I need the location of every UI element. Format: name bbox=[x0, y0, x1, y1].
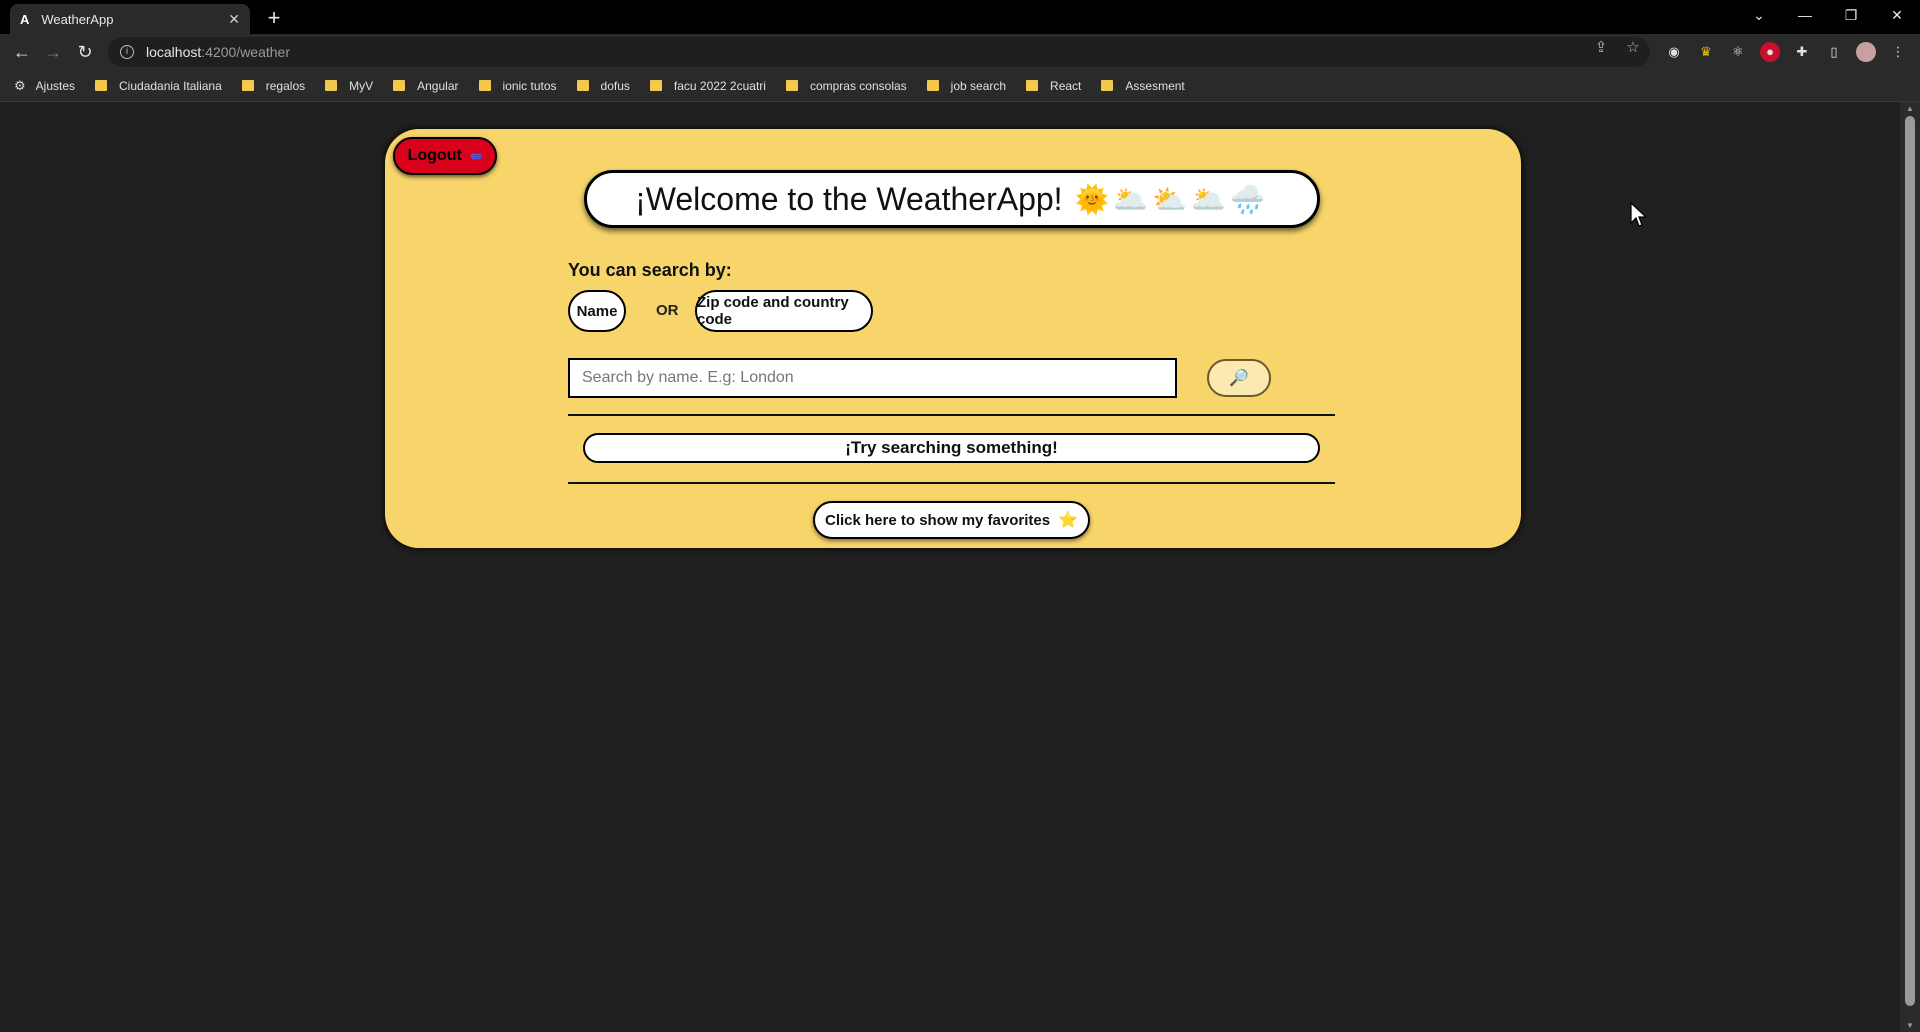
welcome-banner: ¡Welcome to the WeatherApp! 🌞🌥️⛅🌥️🌧️ bbox=[584, 170, 1320, 228]
weather-card: Logout ⇚ ¡Welcome to the WeatherApp! 🌞🌥️… bbox=[385, 129, 1521, 548]
bookmark-item[interactable]: dofus bbox=[576, 78, 630, 93]
bookmark-label: MyV bbox=[349, 78, 374, 93]
new-tab-button[interactable]: + bbox=[260, 4, 288, 32]
bookmark-item[interactable]: Angular bbox=[393, 78, 459, 93]
folder-icon bbox=[649, 80, 662, 91]
folder-icon bbox=[1101, 80, 1114, 91]
close-icon[interactable]: ✕ bbox=[228, 11, 240, 28]
bookmark-item[interactable]: compras consolas bbox=[785, 78, 907, 93]
menu-icon[interactable]: ⋮ bbox=[1888, 42, 1908, 62]
bookmark-label: compras consolas bbox=[809, 78, 907, 93]
bookmark-item[interactable]: ionic tutos bbox=[478, 78, 557, 93]
logout-button[interactable]: Logout ⇚ bbox=[393, 137, 497, 175]
folder-icon bbox=[1026, 80, 1039, 91]
search-button[interactable]: 🔎 bbox=[1207, 359, 1271, 397]
logout-arrow-icon: ⇚ bbox=[469, 148, 483, 165]
bookmark-star-icon[interactable]: ☆ bbox=[1622, 38, 1644, 56]
scroll-down-icon[interactable]: ▼ bbox=[1905, 1021, 1915, 1030]
crown-extension-icon[interactable]: ♛ bbox=[1696, 42, 1716, 62]
bookmark-item[interactable]: Assesment bbox=[1101, 78, 1185, 93]
bookmark-label: Assesment bbox=[1125, 78, 1185, 93]
tab-search-icon[interactable]: ⌄ bbox=[1736, 0, 1782, 30]
bookmark-label: Ajustes bbox=[35, 78, 76, 93]
scroll-up-icon[interactable]: ▲ bbox=[1905, 104, 1915, 113]
search-by-zip-button[interactable]: Zip code and country code bbox=[695, 290, 873, 332]
search-input[interactable] bbox=[568, 358, 1177, 398]
extension-icon[interactable]: ◉ bbox=[1664, 42, 1684, 62]
folder-icon bbox=[785, 80, 798, 91]
search-by-name-button[interactable]: Name bbox=[568, 290, 626, 332]
logout-label: Logout bbox=[407, 147, 462, 164]
folder-icon bbox=[576, 80, 589, 91]
bookmark-item[interactable]: job search bbox=[926, 78, 1007, 93]
search-by-label: You can search by: bbox=[568, 260, 732, 280]
folder-icon bbox=[241, 80, 254, 91]
star-icon: ⭐ bbox=[1058, 512, 1078, 529]
mouse-cursor-icon bbox=[1630, 202, 1648, 227]
bookmark-item[interactable]: Ciudadania Italiana bbox=[95, 79, 222, 93]
minimize-icon[interactable]: — bbox=[1782, 0, 1828, 30]
avatar[interactable] bbox=[1856, 42, 1876, 62]
bookmark-item[interactable]: React bbox=[1026, 79, 1081, 93]
folder-icon bbox=[393, 80, 406, 91]
angular-favicon-icon: A bbox=[20, 11, 30, 27]
favorites-label: Click here to show my favorites bbox=[825, 511, 1051, 529]
browser-tab-bar: A WeatherApp ✕ + ⌄ — ❐ ✕ bbox=[0, 0, 1920, 34]
react-extension-icon[interactable]: ⚛ bbox=[1728, 42, 1748, 62]
url-host: localhost bbox=[146, 44, 202, 60]
scrollbar-thumb[interactable] bbox=[1905, 116, 1915, 1006]
bookmark-label: ionic tutos bbox=[502, 78, 557, 93]
folder-icon bbox=[478, 80, 491, 91]
result-message: ¡Try searching something! bbox=[583, 433, 1320, 463]
bookmark-label: dofus bbox=[600, 78, 630, 93]
bookmark-item[interactable]: facu 2022 2cuatri bbox=[649, 78, 766, 93]
tab-title: WeatherApp bbox=[41, 11, 114, 27]
weather-emojis-icon: 🌞🌥️⛅🌥️🌧️ bbox=[1074, 183, 1269, 215]
gear-icon: ⚙ bbox=[14, 77, 26, 93]
bookmark-item[interactable]: MyV bbox=[325, 79, 373, 93]
bookmark-label: facu 2022 2cuatri bbox=[673, 78, 766, 93]
red-extension-icon[interactable]: ● bbox=[1760, 42, 1780, 62]
or-label: OR bbox=[656, 302, 679, 319]
back-icon[interactable]: ← bbox=[10, 40, 34, 64]
bookmarks-bar: ⚙ Ajustes Ciudadania Italiana regalos My… bbox=[0, 70, 1920, 102]
search-icon: 🔎 bbox=[1229, 370, 1249, 387]
folder-icon bbox=[95, 80, 108, 91]
show-favorites-button[interactable]: Click here to show my favorites ⭐ bbox=[813, 501, 1090, 539]
bookmark-label: React bbox=[1050, 78, 1082, 93]
forward-icon[interactable]: → bbox=[41, 40, 65, 64]
bookmark-label: Ciudadania Italiana bbox=[119, 78, 222, 93]
bookmark-item[interactable]: regalos bbox=[241, 78, 306, 93]
info-icon[interactable]: i bbox=[120, 45, 134, 59]
address-bar[interactable]: i localhost :4200/weather bbox=[108, 37, 1650, 67]
browser-toolbar: ← → ↻ i localhost :4200/weather ⇪ ☆ ◉ ♛ … bbox=[0, 34, 1920, 70]
puzzle-icon[interactable]: ✚ bbox=[1792, 42, 1812, 62]
welcome-title: ¡Welcome to the WeatherApp! bbox=[635, 180, 1063, 217]
bookmark-item[interactable]: ⚙ Ajustes bbox=[14, 78, 75, 94]
folder-icon bbox=[926, 80, 939, 91]
folder-icon bbox=[325, 80, 338, 91]
bookmark-label: job search bbox=[950, 78, 1007, 93]
restore-icon[interactable]: ❐ bbox=[1828, 0, 1874, 30]
bookmark-label: Angular bbox=[417, 78, 459, 93]
window-close-icon[interactable]: ✕ bbox=[1874, 0, 1920, 30]
side-panel-icon[interactable]: ▯ bbox=[1824, 42, 1844, 62]
reload-icon[interactable]: ↻ bbox=[73, 40, 97, 64]
share-icon[interactable]: ⇪ bbox=[1590, 38, 1612, 56]
url-path: :4200/weather bbox=[201, 44, 290, 60]
divider bbox=[568, 482, 1335, 484]
scrollbar[interactable]: ▲ ▼ bbox=[1900, 102, 1920, 1032]
bookmark-label: regalos bbox=[265, 78, 306, 93]
divider bbox=[568, 414, 1335, 416]
browser-tab[interactable]: A WeatherApp ✕ bbox=[10, 4, 250, 34]
